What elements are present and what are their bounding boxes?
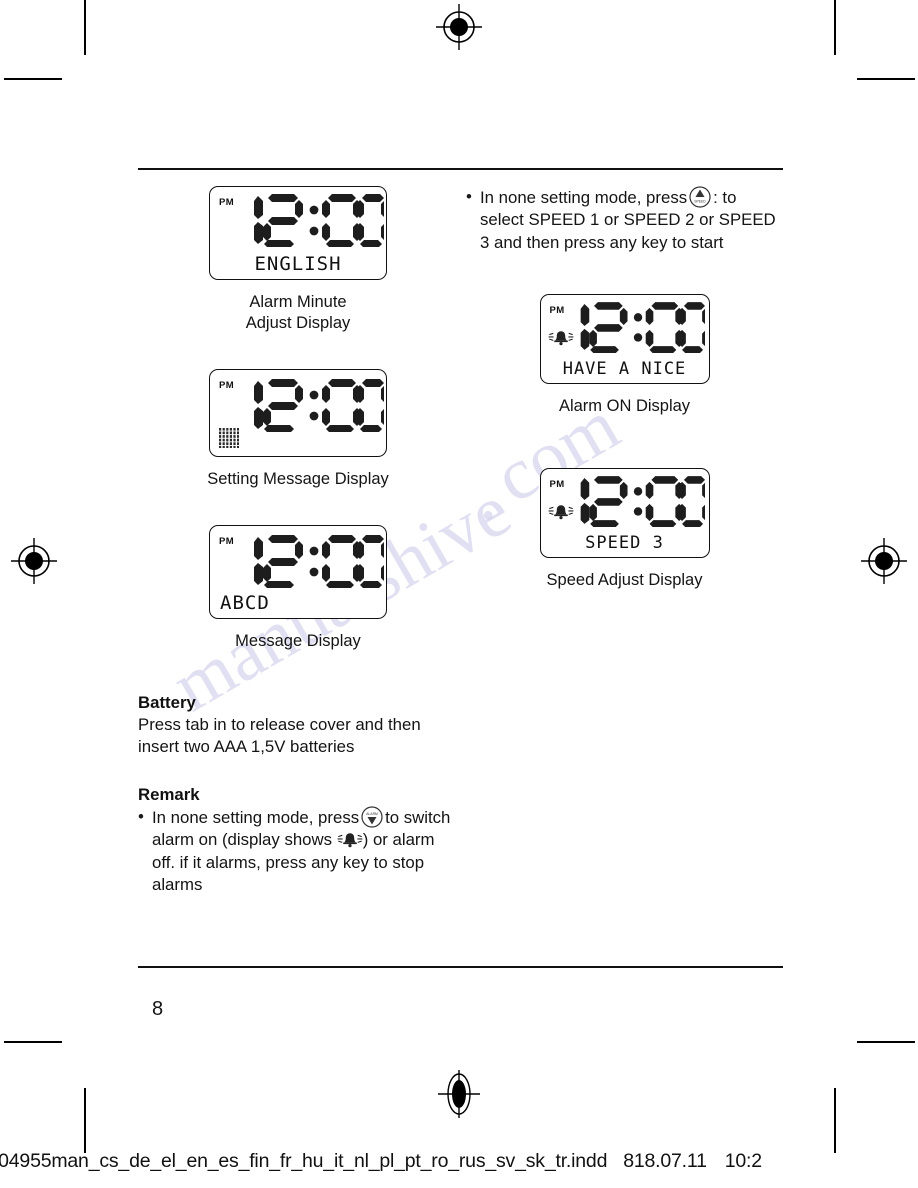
crop-mark-bottom-right-horizontal <box>857 1041 915 1043</box>
battery-section: Battery Press tab in to release cover an… <box>138 693 458 759</box>
battery-text: Press tab in to release cover and then i… <box>138 714 421 757</box>
crop-mark-top-right-horizontal <box>857 78 915 80</box>
footer-filename: l04955man_cs_de_el_en_es_fin_fr_hu_it_nl… <box>0 1150 608 1172</box>
remark-section: Remark • In none setting mode, press ALAR… <box>138 785 458 897</box>
bottom-rule <box>138 966 783 968</box>
pm-indicator: PM <box>549 478 565 490</box>
caption-line-1: Setting Message Display <box>207 470 389 489</box>
lcd-panel-alarm-minute: PM ENGLISH <box>209 185 389 280</box>
top-rule <box>138 168 783 170</box>
alarm-bell-icon <box>548 329 574 347</box>
dot-matrix-cursor-icon <box>219 428 239 449</box>
speed-bullet-item: • In none setting mode, press SPEED: to s… <box>466 186 783 255</box>
manual-page: manualshive . com PM <box>0 0 918 1188</box>
registration-mark-bottom <box>435 1068 483 1125</box>
bullet-marker: • <box>138 806 144 826</box>
registration-mark-right <box>860 537 908 590</box>
remark-bullet-item: • In none setting mode, press ALARM to swi… <box>138 806 458 897</box>
registration-mark-top <box>435 3 483 56</box>
lcd-message-text: ENGLISH <box>254 252 342 275</box>
lcd-panel-speed-adjust: PM SPEED 3 <box>539 467 711 558</box>
lcd-message-text: SPEED 3 <box>585 532 664 553</box>
remark-bullet-text: In none setting mode, press ALARM to switc… <box>152 806 458 897</box>
footer-date: 818.07.11 <box>623 1150 707 1172</box>
lcd-time-digits <box>573 473 711 529</box>
speed-text-before: In none setting mode, press <box>480 187 688 207</box>
figure-caption: Alarm Minute Adjust Display <box>246 292 351 336</box>
pm-indicator: PM <box>219 380 235 392</box>
lcd-time-digits <box>246 532 389 589</box>
figure-caption: Setting Message Display <box>207 469 389 491</box>
caption-line-2: Adjust Display <box>245 314 351 333</box>
alarm-bell-icon <box>548 503 574 521</box>
right-column: • In none setting mode, press SPEED: to s… <box>458 186 783 592</box>
page-content: PM ENGLISH Alarm Minute Adjust Display P… <box>138 168 783 897</box>
remark-heading: Remark <box>138 784 200 804</box>
svg-text:SPEED: SPEED <box>694 199 706 203</box>
caption-line-1: Message Display <box>235 631 361 650</box>
lcd-time-digits <box>573 299 711 355</box>
two-column-layout: PM ENGLISH Alarm Minute Adjust Display P… <box>138 185 783 897</box>
print-footer: l04955man_cs_de_el_en_es_fin_fr_hu_it_nl… <box>0 1150 918 1173</box>
figure-caption: Speed Adjust Display <box>547 570 703 592</box>
left-column: PM ENGLISH Alarm Minute Adjust Display P… <box>138 185 458 897</box>
registration-mark-left <box>10 537 58 590</box>
crop-mark-top-left-vertical <box>84 0 86 55</box>
crop-mark-bottom-left-vertical <box>84 1088 86 1153</box>
lcd-message-text: HAVE A NICE <box>562 359 687 380</box>
lcd-time-digits <box>246 376 389 434</box>
figure-alarm-minute-adjust: PM ENGLISH Alarm Minute Adjust Display <box>138 185 458 336</box>
lcd-panel-setting-message: PM <box>209 369 389 458</box>
speed-bullet-text: In none setting mode, press SPEED: to sel… <box>480 186 783 255</box>
page-number: 8 <box>152 998 164 1020</box>
figure-setting-message: PM Setting Message Display <box>138 369 458 491</box>
figure-message-display: PM ABCD Message Display <box>138 524 458 653</box>
alarm-bell-icon <box>337 831 363 849</box>
figure-caption: Alarm ON Display <box>559 396 690 418</box>
lcd-panel-message: PM ABCD <box>209 524 389 619</box>
crop-mark-top-right-vertical <box>834 0 836 55</box>
footer-time: 10:2 <box>724 1150 762 1172</box>
crop-mark-top-left-horizontal <box>4 78 62 80</box>
speed-button-icon: SPEED <box>689 186 711 208</box>
battery-heading: Battery <box>138 692 196 712</box>
pm-indicator: PM <box>219 196 235 208</box>
lcd-time-digits <box>246 191 389 248</box>
lcd-message-text: ABCD <box>220 591 270 614</box>
caption-line-1: Speed Adjust Display <box>546 570 703 589</box>
alarm-button-icon: ALARM <box>361 806 383 828</box>
figure-caption: Message Display <box>235 631 361 653</box>
caption-line-1: Alarm Minute <box>249 292 347 311</box>
lcd-panel-alarm-on: PM HAVE A NICE <box>539 294 711 385</box>
pm-indicator: PM <box>549 305 565 317</box>
pm-indicator: PM <box>219 535 235 547</box>
crop-mark-bottom-right-vertical <box>834 1088 836 1153</box>
bullet-marker: • <box>466 186 472 206</box>
remark-text-before: In none setting mode, press <box>152 807 360 827</box>
svg-text:ALARM: ALARM <box>366 812 378 816</box>
caption-line-1: Alarm ON Display <box>558 397 691 416</box>
figure-speed-adjust: PM SPEED 3 Speed Adjust Display <box>466 467 783 592</box>
figure-alarm-on: PM HAVE A NICE Alarm ON Display <box>466 294 783 418</box>
crop-mark-bottom-left-horizontal <box>4 1041 62 1043</box>
